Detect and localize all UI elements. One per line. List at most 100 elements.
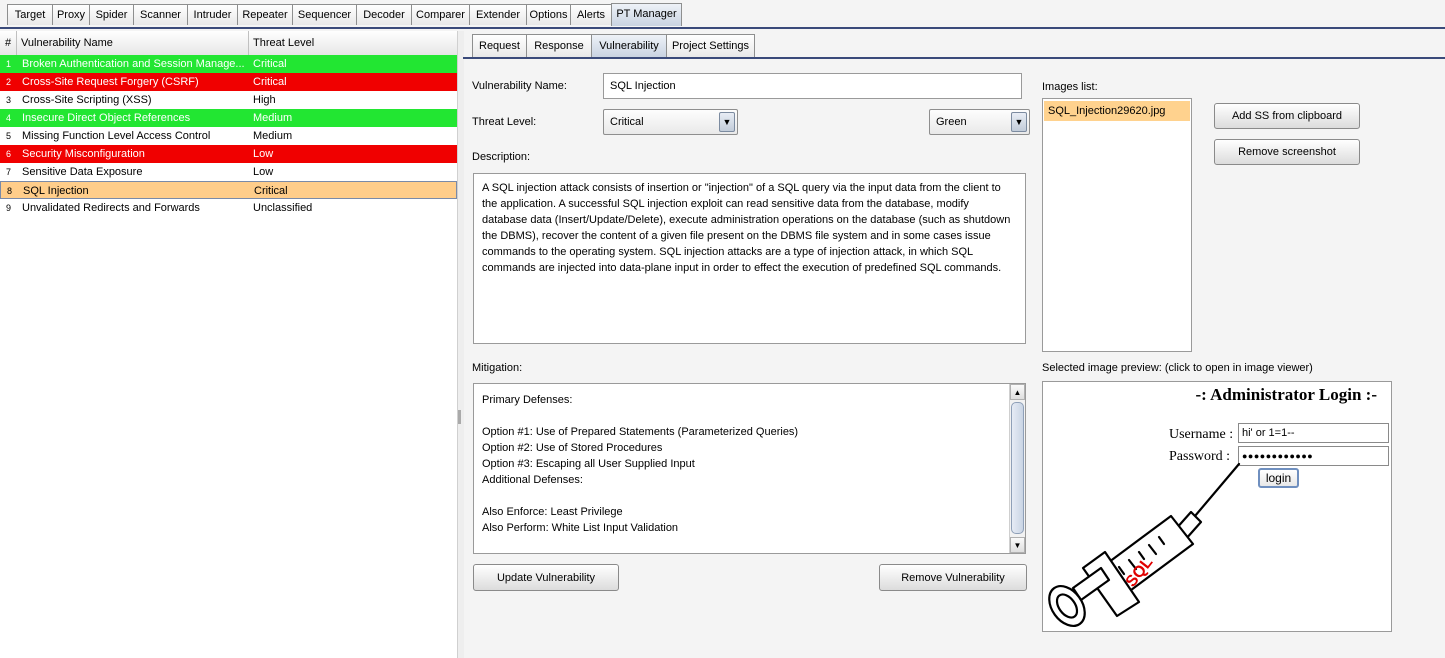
table-header: # Vulnerability Name Threat Level — [0, 31, 457, 56]
row-threat-level: Low — [253, 166, 274, 178]
mitigation-line — [482, 488, 1003, 504]
table-row[interactable]: 4 Insecure Direct Object References Medium — [0, 109, 457, 127]
row-vulnerability-name: Missing Function Level Access Control — [22, 130, 211, 142]
color-value: Green — [936, 116, 967, 128]
table-row[interactable]: 6 Security Misconfiguration Low — [0, 145, 457, 163]
row-threat-level: Medium — [253, 112, 293, 124]
images-list-label: Images list: — [1042, 81, 1098, 93]
mitigation-textarea[interactable]: Primary Defenses: Option #1: Use of Prepa… — [473, 383, 1026, 554]
tab-alerts[interactable]: Alerts — [570, 4, 612, 25]
chevron-down-icon[interactable]: ▼ — [719, 112, 735, 132]
image-preview[interactable]: -: Administrator Login :- Username : hi'… — [1042, 381, 1392, 632]
row-number: 7 — [6, 167, 12, 177]
remove-vulnerability-button[interactable]: Remove Vulnerability — [879, 564, 1027, 591]
tab-extender[interactable]: Extender — [469, 4, 527, 25]
syringe-icon: SQL — [1048, 462, 1241, 627]
mitigation-line: Option #1: Use of Prepared Statements (P… — [482, 426, 799, 438]
preview-password-field: ●●●●●●●●●●●● — [1238, 446, 1389, 466]
row-vulnerability-name: Unvalidated Redirects and Forwards — [22, 202, 200, 214]
row-number: 4 — [6, 113, 12, 123]
row-threat-level: Critical — [253, 76, 287, 88]
tab-repeater[interactable]: Repeater — [237, 4, 293, 25]
table-row[interactable]: 9 Unvalidated Redirects and Forwards Uncla… — [0, 199, 457, 217]
table-row[interactable]: 2 Cross-Site Request Forgery (CSRF) Critic… — [0, 73, 457, 91]
tab-sequencer[interactable]: Sequencer — [292, 4, 357, 25]
tab-response[interactable]: Response — [526, 34, 592, 57]
scroll-up-arrow-icon[interactable]: ▲ — [1010, 384, 1025, 400]
row-vulnerability-name: Cross-Site Scripting (XSS) — [22, 94, 152, 106]
mitigation-line: Primary Defenses: — [482, 394, 573, 406]
row-number: 2 — [6, 77, 12, 87]
table-row[interactable]: 5 Missing Function Level Access Control Me… — [0, 127, 457, 145]
row-vulnerability-name: Broken Authentication and Session Manage… — [22, 58, 245, 70]
scrollbar-thumb[interactable] — [1011, 402, 1024, 534]
preview-title: -: Administrator Login :- — [1195, 385, 1378, 404]
row-number: 3 — [6, 95, 12, 105]
tab-vulnerability[interactable]: Vulnerability — [591, 34, 667, 57]
tab-options[interactable]: Options — [526, 4, 571, 25]
column-header-vulnerability-name[interactable]: Vulnerability Name — [17, 31, 249, 55]
row-number: 6 — [6, 149, 12, 159]
row-threat-level: Critical — [254, 185, 288, 197]
tab-pt-manager[interactable]: PT Manager — [611, 3, 682, 26]
scroll-down-arrow-icon[interactable]: ▼ — [1010, 537, 1025, 553]
image-list-item[interactable]: SQL_Injection29620.jpg — [1044, 101, 1190, 121]
row-threat-level: High — [253, 94, 276, 106]
threat-level-value: Critical — [610, 116, 644, 128]
table-row[interactable]: 1 Broken Authentication and Session Manag… — [0, 55, 457, 73]
images-list[interactable]: SQL_Injection29620.jpg — [1042, 98, 1192, 352]
description-textarea[interactable]: A SQL injection attack consists of inser… — [473, 173, 1026, 344]
color-select[interactable]: Green ▼ — [929, 109, 1030, 135]
mitigation-text: Primary Defenses: Option #1: Use of Prepa… — [482, 390, 1003, 536]
row-number: 9 — [6, 203, 12, 213]
table-row[interactable]: 8 SQL Injection Critical — [0, 181, 457, 199]
description-text: A SQL injection attack consists of inser… — [482, 182, 1011, 274]
row-number: 1 — [6, 59, 12, 69]
threat-level-select[interactable]: Critical ▼ — [603, 109, 738, 135]
mitigation-line: Option #3: Escaping all User Supplied In… — [482, 458, 695, 470]
tab-request[interactable]: Request — [472, 34, 527, 57]
splitter-grip[interactable] — [458, 410, 461, 424]
tab-scanner[interactable]: Scanner — [133, 4, 188, 25]
tab-comparer[interactable]: Comparer — [411, 4, 470, 25]
threat-level-label: Threat Level: — [472, 116, 537, 128]
tab-intruder[interactable]: Intruder — [187, 4, 238, 25]
row-number: 8 — [7, 186, 13, 196]
row-number: 5 — [6, 131, 12, 141]
row-threat-level: Medium — [253, 130, 293, 142]
main-tab-bar: Target Proxy Spider Scanner Intruder Repeater… — [0, 0, 1445, 29]
row-threat-level: Unclassified — [253, 202, 313, 214]
tab-decoder[interactable]: Decoder — [356, 4, 412, 25]
preview-username-field: hi' or 1=1-- — [1238, 423, 1389, 443]
mitigation-line: Option #2: Use of Stored Procedures — [482, 442, 663, 454]
update-vulnerability-button[interactable]: Update Vulnerability — [473, 564, 619, 591]
vulnerability-name-input[interactable]: SQL Injection — [603, 73, 1022, 99]
row-vulnerability-name: Security Misconfiguration — [22, 148, 145, 160]
row-vulnerability-name: Insecure Direct Object References — [22, 112, 191, 124]
tab-target[interactable]: Target — [7, 4, 53, 25]
remove-screenshot-button[interactable]: Remove screenshot — [1214, 139, 1360, 165]
panel-splitter[interactable] — [457, 31, 464, 658]
preview-username-label: Username : — [1169, 427, 1234, 442]
column-header-threat-level[interactable]: Threat Level — [249, 31, 457, 55]
row-vulnerability-name: Cross-Site Request Forgery (CSRF) — [22, 76, 199, 88]
tab-proxy[interactable]: Proxy — [52, 4, 90, 25]
row-vulnerability-name: SQL Injection — [23, 185, 89, 197]
mitigation-line: Additional Defenses: — [482, 474, 583, 486]
mitigation-scrollbar[interactable]: ▲ ▼ — [1009, 384, 1025, 553]
mitigation-line: Also Perform: White List Input Validatio… — [482, 522, 679, 534]
description-label: Description: — [472, 151, 531, 163]
table-row[interactable]: 3 Cross-Site Scripting (XSS) High — [0, 91, 457, 109]
row-threat-level: Critical — [253, 58, 287, 70]
image-preview-label: Selected image preview: (click to open i… — [1042, 362, 1313, 374]
row-threat-level: Low — [253, 148, 274, 160]
chevron-down-icon[interactable]: ▼ — [1011, 112, 1027, 132]
table-row[interactable]: 7 Sensitive Data Exposure Low — [0, 163, 457, 181]
mitigation-line — [482, 408, 1003, 424]
add-screenshot-button[interactable]: Add SS from clipboard — [1214, 103, 1360, 129]
column-header-number[interactable]: # — [0, 31, 17, 55]
preview-login-button: login — [1258, 468, 1299, 488]
tab-spider[interactable]: Spider — [89, 4, 134, 25]
tab-project-settings[interactable]: Project Settings — [666, 34, 755, 57]
row-vulnerability-name: Sensitive Data Exposure — [22, 166, 143, 178]
